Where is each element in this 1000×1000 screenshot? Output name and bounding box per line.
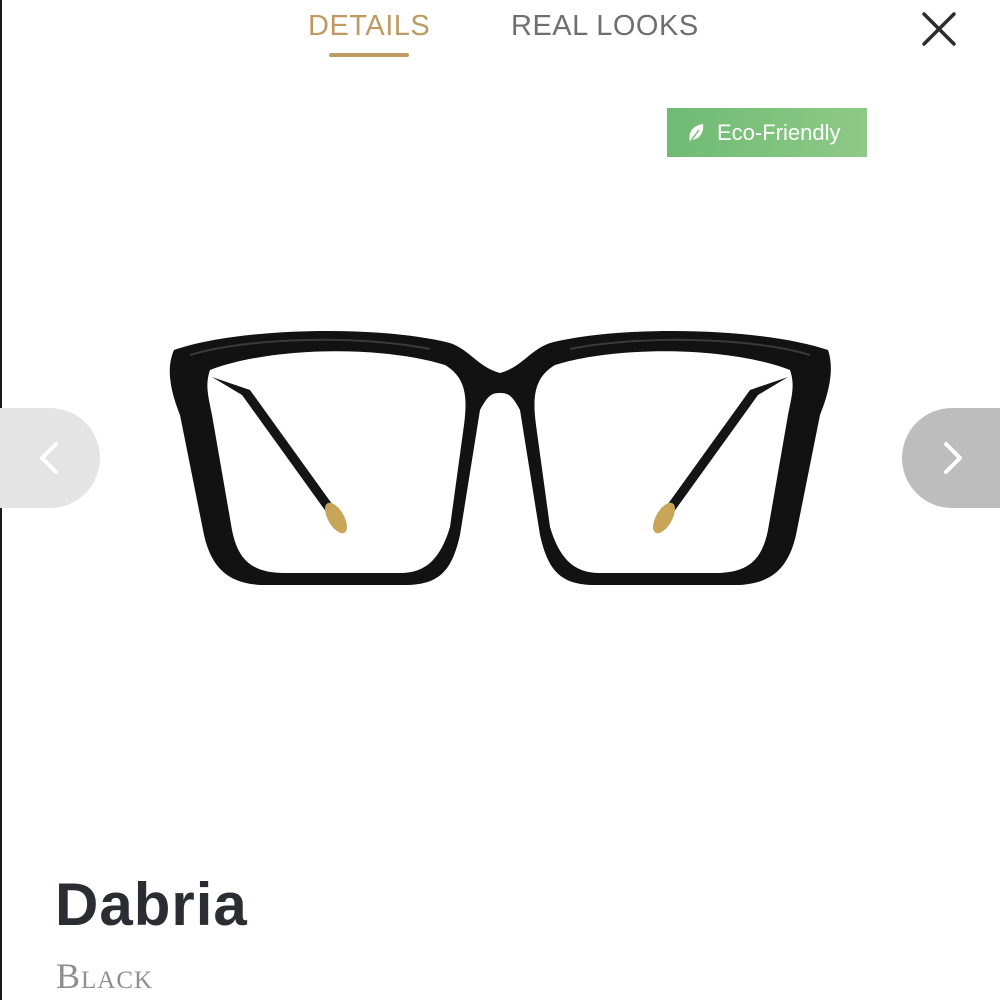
close-button[interactable]: [916, 6, 962, 52]
product-name: Dabria: [55, 871, 248, 938]
tab-real-looks[interactable]: REAL LOOKS: [511, 10, 699, 43]
next-image-button[interactable]: [902, 408, 1000, 508]
leaf-icon: [689, 123, 704, 142]
previous-image-button[interactable]: [0, 408, 100, 508]
product-image-glasses: [160, 315, 840, 600]
product-color: Black: [56, 956, 154, 996]
eco-friendly-badge: Eco-Friendly: [667, 108, 867, 157]
active-tab-indicator: [329, 53, 409, 57]
tab-details[interactable]: DETAILS: [308, 10, 430, 43]
chevron-right-icon: [944, 442, 962, 474]
close-icon: [922, 12, 956, 46]
tab-bar: DETAILS REAL LOOKS: [0, 0, 1000, 70]
glasses-illustration: [169, 330, 831, 585]
chevron-left-icon: [40, 442, 58, 474]
badge-label: Eco-Friendly: [717, 119, 841, 145]
